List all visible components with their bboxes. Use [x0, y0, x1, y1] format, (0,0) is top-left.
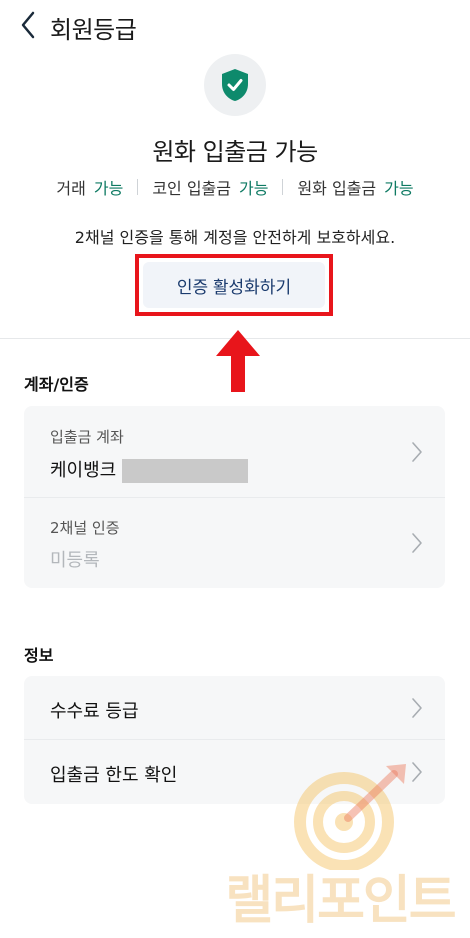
arrow-up-icon — [216, 330, 260, 392]
masked-account-number — [122, 459, 249, 483]
permission-value: 가능 — [239, 179, 269, 198]
row-value: 케이뱅크 — [50, 456, 249, 483]
chevron-right-icon — [412, 442, 422, 462]
divider — [282, 179, 284, 195]
chevron-left-icon — [21, 11, 35, 39]
row-value: 미등록 — [50, 550, 100, 571]
watermark: 랠리포인트 — [216, 760, 464, 932]
permission-krw-transfer: 원화 입출금 가능 — [297, 175, 413, 199]
row-label: 2채널 인증 — [50, 519, 120, 537]
permission-value: 가능 — [93, 179, 124, 198]
permission-label: 코인 입출금 — [152, 179, 231, 198]
permission-coin-transfer: 코인 입출금 가능 — [152, 175, 268, 199]
shield-check-icon — [204, 54, 266, 116]
permission-trade: 거래 가능 — [56, 175, 123, 199]
back-button[interactable] — [14, 8, 42, 42]
permission-label: 거래 — [56, 179, 86, 198]
permission-label: 원화 입출금 — [297, 179, 377, 198]
security-notice: 2채널 인증을 통해 계정을 안전하게 보호하세요. — [74, 228, 396, 247]
two-channel-row[interactable]: 2채널 인증 미등록 — [24, 498, 445, 588]
page-title: 회원등급 — [50, 16, 137, 44]
activate-verification-button[interactable]: 인증 활성화하기 — [143, 262, 325, 308]
membership-level-title: 원화 입출금 가능 — [152, 138, 318, 166]
info-section-title: 정보 — [24, 646, 54, 665]
deposit-account-row[interactable]: 입출금 계좌 케이뱅크 — [24, 406, 445, 498]
chevron-right-icon — [412, 698, 422, 718]
watermark-text: 랠리포인트 — [225, 871, 456, 931]
row-label: 수수료 등급 — [50, 701, 139, 722]
bank-name: 케이뱅크 — [50, 460, 117, 481]
row-label: 입출금 한도 확인 — [50, 765, 178, 786]
permission-summary: 거래 가능 코인 입출금 가능 원화 입출금 가능 — [0, 175, 470, 199]
account-card: 입출금 계좌 케이뱅크 2채널 인증 미등록 — [24, 406, 445, 588]
account-section-title: 계좌/인증 — [24, 375, 89, 394]
target-icon — [294, 764, 406, 870]
chevron-right-icon — [412, 533, 422, 553]
divider — [137, 179, 139, 195]
fee-level-row[interactable]: 수수료 등급 — [24, 676, 445, 740]
permission-value: 가능 — [384, 179, 414, 198]
row-label: 입출금 계좌 — [50, 428, 124, 446]
app-header: 회원등급 — [0, 0, 470, 50]
